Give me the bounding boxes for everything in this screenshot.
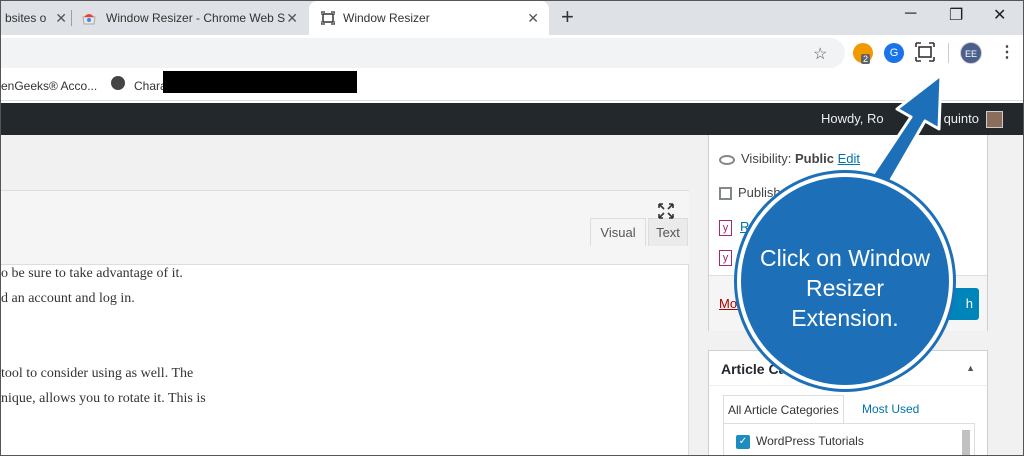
bookmark-greengeeks[interactable]: enGeeks® Acco... xyxy=(1,79,97,93)
checkbox-checked-icon[interactable]: ✓ xyxy=(736,434,750,449)
tab-websites[interactable]: bsites o ✕ xyxy=(1,1,71,35)
eye-icon xyxy=(719,154,735,165)
howdy-text: Howdy, Ro xyxy=(820,111,884,126)
callout-line: Click on Window xyxy=(760,245,930,271)
calendar-icon xyxy=(719,187,732,201)
window-resizer-extension-icon[interactable] xyxy=(915,42,935,62)
yoast-icon: y xyxy=(719,219,732,236)
editor-line: nique, allows you to rotate it. This is xyxy=(1,391,206,406)
seo-row: y xyxy=(719,249,740,266)
publish-schedule-row: Publish xyxy=(719,185,781,201)
tab-visual[interactable]: Visual xyxy=(590,218,646,246)
tab-all-categories[interactable]: All Article Categories xyxy=(723,395,844,423)
editor-body-text[interactable]: o be sure to take advantage of it. d an … xyxy=(1,261,206,411)
bookmarks-bar: enGeeks® Acco... Chara xyxy=(1,71,1023,101)
scrollbar[interactable] xyxy=(962,430,970,455)
tab-most-used[interactable]: Most Used xyxy=(862,395,919,423)
tab-window-resizer[interactable]: Window Resizer ✕ xyxy=(309,1,549,35)
minimize-button[interactable]: ─ xyxy=(905,5,916,23)
close-icon[interactable]: ✕ xyxy=(527,10,539,27)
close-icon[interactable]: ✕ xyxy=(55,10,67,27)
wp-admin-bar: Howdy, Ro quinto xyxy=(1,103,1023,135)
editor-toolbar: Visual Text xyxy=(1,191,689,265)
tab-title: Window Resizer - Chrome Web S xyxy=(106,11,286,25)
collapse-toggle-icon[interactable]: ▲ xyxy=(966,363,975,373)
yoast-seo-icon: y xyxy=(719,249,732,266)
globe-icon xyxy=(111,76,125,90)
tab-window-resizer-store[interactable]: Window Resizer - Chrome Web S ✕ xyxy=(72,1,308,35)
toolbar-separator xyxy=(948,43,949,63)
tab-title: Window Resizer xyxy=(343,11,430,25)
browser-toolbar: ☆ 2 G EE ⋮ xyxy=(1,35,1023,71)
visibility-edit-link[interactable]: Edit xyxy=(838,151,860,166)
extension-grammarly-icon[interactable]: G xyxy=(884,43,904,63)
close-window-button[interactable]: ✕ xyxy=(993,5,1006,25)
tab-title: bsites o xyxy=(5,11,47,25)
screenshot-frame: bsites o ✕ Window Resizer - Chrome Web S… xyxy=(0,0,1024,456)
address-bar[interactable] xyxy=(1,38,845,68)
tab-text[interactable]: Text xyxy=(648,218,688,246)
chrome-web-store-icon xyxy=(82,14,96,25)
post-editor: Visual Text o be sure to take advantage … xyxy=(1,190,689,455)
bookmark-star-icon[interactable]: ☆ xyxy=(813,44,827,64)
bookmark-chara[interactable]: Chara xyxy=(134,79,167,93)
howdy-user-menu[interactable]: Howdy, Ro quinto xyxy=(821,111,979,126)
category-list: ✓ WordPress Tutorials xyxy=(723,423,975,455)
fullscreen-expand-icon[interactable] xyxy=(658,203,674,219)
tab-strip: bsites o ✕ Window Resizer - Chrome Web S… xyxy=(1,1,1023,35)
user-name-tail: quinto xyxy=(943,111,979,126)
redaction-box xyxy=(163,71,357,93)
editor-line: d an account and log in. xyxy=(1,291,135,306)
extension-badge: 2 xyxy=(861,54,871,64)
profile-avatar[interactable]: EE xyxy=(960,42,982,64)
visibility-value: Public xyxy=(794,151,834,166)
callout-line: Resizer xyxy=(806,275,884,301)
user-avatar[interactable] xyxy=(986,111,1003,128)
menu-kebab-icon[interactable]: ⋮ xyxy=(999,42,1015,62)
window-resizer-icon xyxy=(321,11,335,25)
category-item[interactable]: ✓ WordPress Tutorials xyxy=(736,434,864,449)
editor-line xyxy=(1,311,206,336)
visibility-row: Visibility: Public Edit xyxy=(719,151,860,166)
callout-line: Extension. xyxy=(791,305,899,331)
editor-line: tool to consider using as well. The xyxy=(1,366,194,381)
close-icon[interactable]: ✕ xyxy=(286,10,298,27)
visibility-label: Visibility: xyxy=(741,151,795,166)
new-tab-button[interactable]: + xyxy=(561,5,574,29)
editor-line xyxy=(1,336,206,361)
editor-line: o be sure to take advantage of it. xyxy=(1,266,183,281)
restore-button[interactable]: ❐ xyxy=(949,5,963,25)
extension-orange-icon[interactable]: 2 xyxy=(853,43,873,64)
category-label: WordPress Tutorials xyxy=(756,434,864,448)
callout-text: Click on Window Resizer Extension. xyxy=(753,243,937,333)
